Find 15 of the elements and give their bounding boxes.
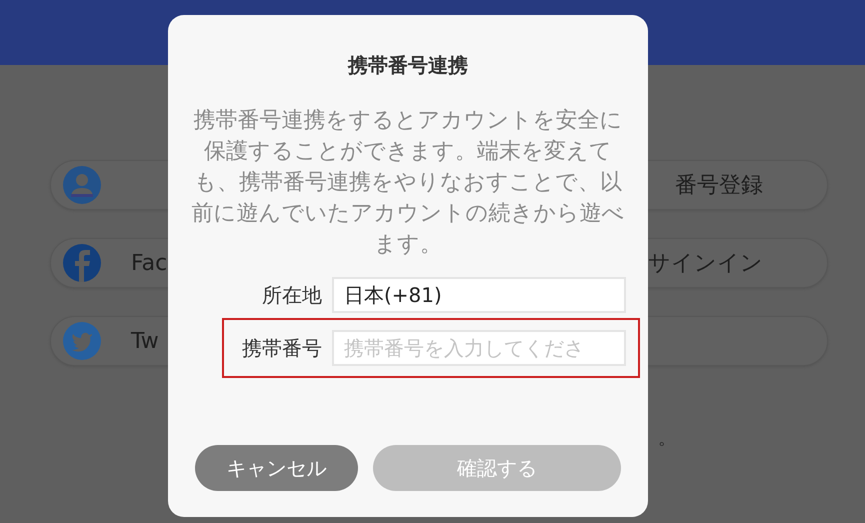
person-icon [63,166,101,204]
button-label: Tw [131,328,159,354]
dialog-title: 携帯番号連携 [348,52,468,79]
button-label: サインイン [648,250,763,278]
input-field[interactable]: 携帯番号を入力してくださ [332,330,626,366]
bird-icon [63,322,101,360]
field-label: 携帯番号 [241,334,322,362]
dialog-message: 携帯番号連携をするとアカウントを安全に保護することができます。端末を変えても、携帯番号連携をやりなおすことで、以前に遊んでいたアカウントの続きから遊べます。 [190,107,626,259]
field-label: 所在地 [261,282,322,308]
button-label: 番号登録 [675,172,763,200]
facebook-icon [63,244,101,282]
note-text: 。 [658,428,676,449]
input-field[interactable]: 日本(+81) [332,277,626,313]
cancel-button[interactable]: キャンセル [195,445,358,491]
button-label: Fac [131,250,168,276]
